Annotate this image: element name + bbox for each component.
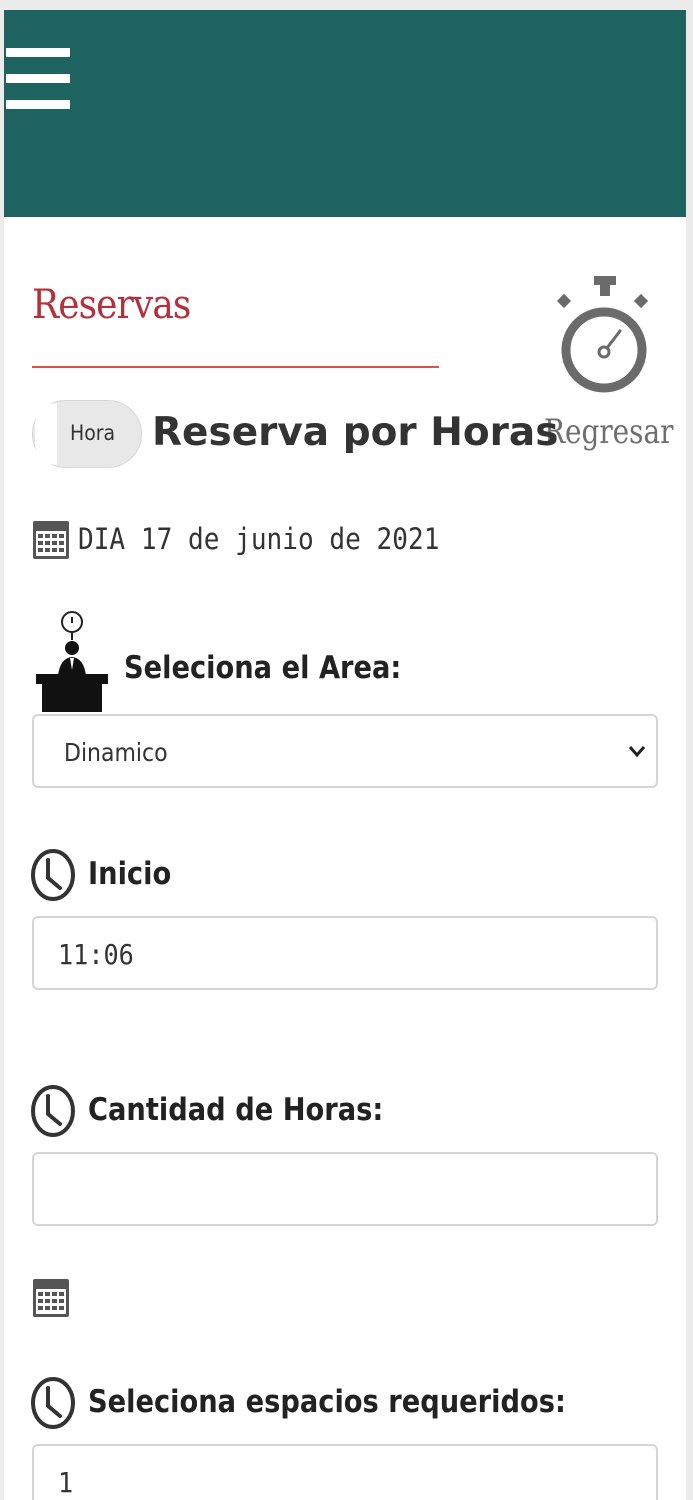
area-selected-value: Dinamico — [64, 738, 168, 767]
mode-title: Reserva por Horas — [152, 410, 559, 455]
top-navbar — [4, 10, 686, 217]
cantidad-horas-label: Cantidad de Horas: — [88, 1092, 384, 1128]
cantidad-horas-input[interactable] — [32, 1152, 658, 1226]
clock-icon — [31, 1085, 75, 1137]
chevron-down-icon — [628, 746, 646, 758]
calendar-icon — [33, 1279, 69, 1317]
toggle-knob — [35, 403, 57, 465]
espacios-label: Seleciona espacios requeridos: — [88, 1384, 566, 1420]
reservation-date: DIA 17 de junio de 2021 — [78, 522, 440, 556]
mode-toggle[interactable]: Hora — [32, 400, 142, 468]
calendar-icon — [33, 521, 69, 559]
inicio-time-value: 11:06 — [58, 938, 134, 971]
inicio-label: Inicio — [88, 856, 172, 892]
area-select[interactable]: Dinamico — [32, 714, 658, 788]
page-title: Reservas — [32, 282, 191, 328]
espacios-input[interactable]: 1 — [32, 1444, 658, 1500]
espacios-value: 1 — [58, 1466, 74, 1499]
inicio-time-input[interactable]: 11:06 — [32, 916, 658, 990]
stopwatch-icon — [556, 276, 649, 393]
clock-icon — [31, 849, 75, 901]
back-label: Regresar — [544, 412, 674, 452]
app-screen: Reservas Regresar Hora Reserva por Horas — [4, 10, 686, 1500]
clock-icon — [31, 1377, 75, 1429]
title-divider — [32, 366, 439, 368]
area-label: Seleciona el Area: — [124, 650, 402, 686]
toggle-label: Hora — [70, 421, 116, 445]
hamburger-menu-icon[interactable] — [6, 48, 70, 110]
desk-person-icon — [36, 611, 108, 712]
